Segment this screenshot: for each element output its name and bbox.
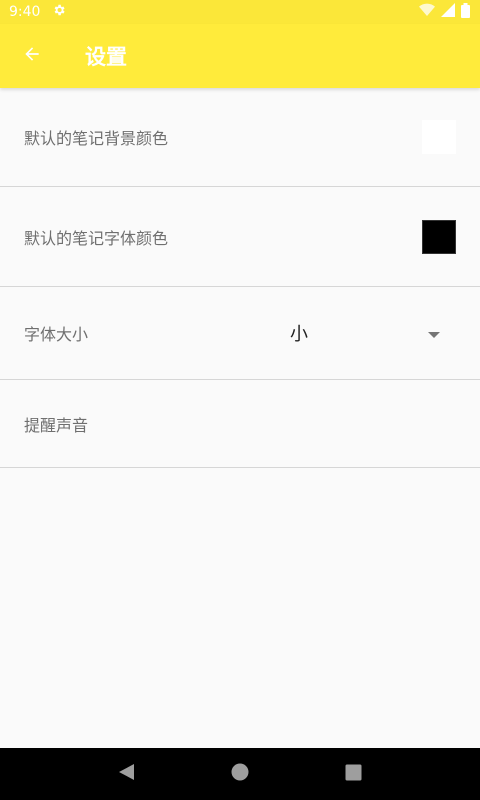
setting-reminder-sound[interactable]: 提醒声音	[0, 380, 480, 468]
dropdown-arrow-icon	[428, 324, 440, 343]
signal-icon	[441, 3, 455, 21]
wifi-icon	[419, 3, 435, 21]
back-button[interactable]	[0, 24, 64, 88]
page-title: 设置	[85, 45, 127, 69]
nav-back-button[interactable]	[107, 754, 147, 794]
nav-home-button[interactable]	[220, 754, 260, 794]
setting-font-size: 字体大小 小	[0, 287, 480, 380]
font-size-dropdown[interactable]: 小	[290, 313, 440, 353]
font-size-selected-value: 小	[290, 324, 308, 345]
navigation-bar	[0, 748, 480, 800]
home-circle-icon	[231, 763, 249, 785]
gear-icon	[52, 3, 66, 21]
battery-icon	[461, 2, 470, 22]
nav-recents-button[interactable]	[333, 754, 373, 794]
back-arrow-icon	[22, 44, 42, 68]
status-time: 9:40	[9, 4, 41, 20]
setting-label: 字体大小	[24, 325, 89, 344]
setting-label: 默认的笔记背景颜色	[24, 129, 169, 148]
back-triangle-icon	[118, 763, 136, 785]
background-color-swatch[interactable]	[422, 120, 456, 154]
recents-square-icon	[345, 764, 362, 785]
settings-list: 默认的笔记背景颜色 默认的笔记字体颜色 字体大小 小 提醒声音	[0, 88, 480, 468]
setting-label: 默认的笔记字体颜色	[24, 228, 169, 248]
setting-note-font-color[interactable]: 默认的笔记字体颜色	[0, 187, 480, 287]
setting-label: 提醒声音	[24, 415, 89, 435]
app-bar: 设置	[0, 24, 480, 88]
font-color-swatch[interactable]	[422, 219, 456, 254]
setting-note-background-color[interactable]: 默认的笔记背景颜色	[0, 88, 480, 187]
status-bar: 9:40	[0, 0, 480, 24]
